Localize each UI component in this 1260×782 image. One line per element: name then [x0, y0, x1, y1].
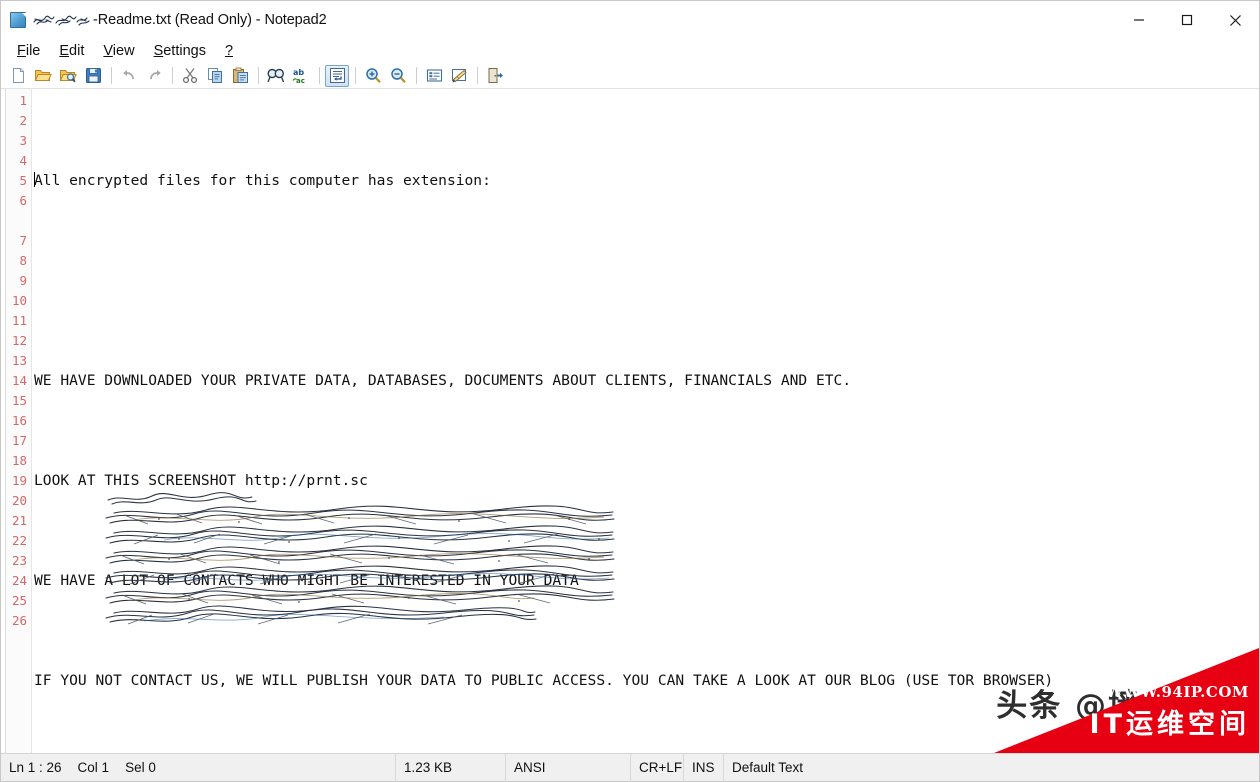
paste-icon[interactable] [228, 65, 252, 87]
line-number: 21 [11, 513, 27, 528]
line-number: 1 [19, 93, 27, 108]
window-controls [1115, 1, 1259, 39]
toolbar: ab ac [1, 63, 1259, 89]
line-number-gutter: 1 2 3 4 5 6 · 7 8 9 10 11 12 13 14 15 16… [6, 89, 32, 753]
menu-settings[interactable]: Settings [146, 41, 217, 61]
minimize-button[interactable] [1115, 1, 1163, 39]
maximize-button[interactable] [1163, 1, 1211, 39]
text-line: WE HAVE A LOT OF CONTACTS WHO MIGHT BE I… [34, 571, 1259, 591]
window-title: -Readme.txt (Read Only) - Notepad2 [93, 12, 327, 28]
status-line-number: Ln 1 : 26 [9, 760, 62, 775]
zoom-out-icon[interactable] [386, 65, 410, 87]
undo-icon[interactable] [117, 65, 141, 87]
cut-icon[interactable] [178, 65, 202, 87]
notepad2-window: -Readme.txt (Read Only) - Notepad2 FFile… [0, 0, 1260, 782]
browse-file-icon[interactable] [56, 65, 80, 87]
close-button[interactable] [1211, 1, 1259, 39]
status-encoding[interactable]: ANSI [506, 753, 631, 782]
line-number: 3 [19, 133, 27, 148]
toolbar-separator [258, 67, 259, 84]
status-file-size: 1.23 KB [396, 753, 506, 782]
scheme-config-icon[interactable] [447, 65, 471, 87]
title-redaction-scribble [32, 13, 92, 27]
toolbar-separator [319, 67, 320, 84]
redaction-scribble [368, 474, 460, 489]
menu-file[interactable]: FFileile [9, 41, 51, 61]
redo-icon[interactable] [142, 65, 166, 87]
text-line: LOOK AT THIS SCREENSHOT http://prnt.sc [34, 471, 1259, 491]
line-text: WE HAVE A LOT OF CONTACTS WHO MIGHT BE I… [34, 572, 579, 589]
line-number: 6 [19, 193, 27, 208]
svg-text:ab: ab [293, 68, 304, 77]
title-bar: -Readme.txt (Read Only) - Notepad2 [1, 1, 1259, 39]
status-column: Col 1 [77, 760, 110, 775]
editor-area[interactable]: 1 2 3 4 5 6 · 7 8 9 10 11 12 13 14 15 16… [1, 89, 1259, 753]
line-number: 11 [11, 313, 27, 328]
line-text: All encrypted files for this computer ha… [34, 172, 500, 189]
line-number: 17 [11, 433, 27, 448]
line-number: 23 [11, 553, 27, 568]
toolbar-separator [172, 67, 173, 84]
line-number: 20 [11, 493, 27, 508]
zoom-in-icon[interactable] [361, 65, 385, 87]
exit-icon[interactable] [483, 65, 507, 87]
text-line: WE HAVE DOWNLOADED YOUR PRIVATE DATA, DA… [34, 371, 1259, 391]
toolbar-separator [416, 67, 417, 84]
menu-bar: FFileile Edit View Settings ? [1, 39, 1259, 63]
line-number: 19 [11, 473, 27, 488]
toolbar-separator [355, 67, 356, 84]
line-number: 5 [19, 173, 27, 188]
text-line [34, 271, 1259, 291]
status-insert-mode[interactable]: INS [684, 753, 724, 782]
status-bar: Ln 1 : 26 Col 1 Sel 0 1.23 KB ANSI CR+LF… [1, 753, 1259, 782]
scheme-list-icon[interactable] [422, 65, 446, 87]
line-number: 10 [11, 293, 27, 308]
replace-icon[interactable]: ab ac [289, 65, 313, 87]
line-text: IF YOU NOT CONTACT US, WE WILL PUBLISH Y… [34, 672, 1054, 689]
line-number: 18 [11, 453, 27, 468]
text-line: All encrypted files for this computer ha… [34, 171, 1259, 191]
toolbar-separator [111, 67, 112, 84]
menu-view[interactable]: View [95, 41, 145, 61]
redaction-scribble [500, 174, 570, 189]
line-number: 13 [11, 353, 27, 368]
text-line: IF YOU NOT CONTACT US, WE WILL PUBLISH Y… [34, 671, 1259, 691]
status-selection: Sel 0 [125, 760, 156, 775]
line-number: 12 [11, 333, 27, 348]
new-file-icon[interactable] [6, 65, 30, 87]
line-number: 2 [19, 113, 27, 128]
line-number: 7 [19, 233, 27, 248]
line-number: 24 [11, 573, 27, 588]
svg-text:ac: ac [296, 77, 305, 84]
find-icon[interactable] [264, 65, 288, 87]
text-content[interactable]: All encrypted files for this computer ha… [32, 89, 1259, 753]
line-number: 14 [11, 373, 27, 388]
copy-icon[interactable] [203, 65, 227, 87]
document-icon [10, 11, 29, 29]
line-number: 9 [19, 273, 27, 288]
line-number: 15 [11, 393, 27, 408]
line-number: 8 [19, 253, 27, 268]
open-file-icon[interactable] [31, 65, 55, 87]
line-text: WE HAVE DOWNLOADED YOUR PRIVATE DATA, DA… [34, 372, 852, 389]
line-number: 4 [19, 153, 27, 168]
line-number: 25 [11, 593, 27, 608]
menu-help[interactable]: ? [217, 41, 244, 61]
line-text: LOOK AT THIS SCREENSHOT http://prnt.sc [34, 472, 368, 489]
status-scheme[interactable]: Default Text [724, 754, 1259, 782]
line-number: 26 [11, 613, 27, 628]
title-bar-left: -Readme.txt (Read Only) - Notepad2 [1, 11, 1115, 29]
line-number: 16 [11, 413, 27, 428]
save-file-icon[interactable] [81, 65, 105, 87]
toolbar-separator [477, 67, 478, 84]
word-wrap-icon[interactable] [325, 64, 349, 87]
line-number: 22 [11, 533, 27, 548]
status-line-ending[interactable]: CR+LF [631, 753, 684, 782]
status-position: Ln 1 : 26 Col 1 Sel 0 [1, 753, 396, 782]
menu-edit[interactable]: Edit [51, 41, 95, 61]
